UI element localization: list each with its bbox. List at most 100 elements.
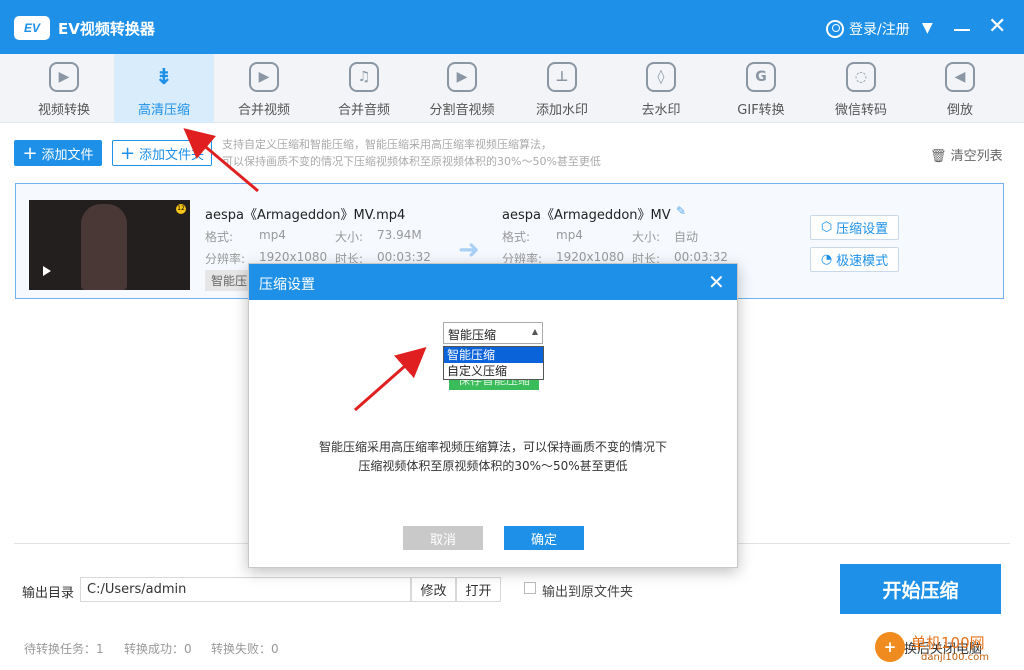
tool-split[interactable]: ▶ 分割音视频 bbox=[412, 54, 512, 123]
select-value: 智能压缩 bbox=[448, 328, 497, 342]
gif-icon: G bbox=[746, 62, 776, 92]
tool-reverse[interactable]: ◀ 倒放 bbox=[910, 54, 1010, 123]
feature-toolbar: ▶ 视频转换 ⇟ 高清压缩 ▶ 合并视频 ♫ 合并音频 ▶ 分割音视频 ⊥ 添加… bbox=[0, 54, 1024, 123]
watermark-brand: 单机100网 bbox=[911, 634, 985, 652]
success-count: 转换成功：0 bbox=[124, 642, 192, 656]
tool-wechat[interactable]: ◌ 微信转码 bbox=[811, 54, 911, 123]
modify-button[interactable]: 修改 bbox=[411, 577, 456, 602]
dialog-title: 压缩设置 bbox=[259, 277, 315, 293]
settings-label: 压缩设置 bbox=[836, 222, 889, 237]
app-window: EV EV视频转换器 登录/注册 ▼ ✕ ▶ 视频转换 ⇟ 高清压缩 ▶ 合并视… bbox=[0, 0, 1024, 670]
tool-video-convert[interactable]: ▶ 视频转换 bbox=[14, 54, 114, 123]
split-icon: ▶ bbox=[447, 62, 477, 92]
failed-count: 转换失败：0 bbox=[211, 642, 279, 656]
out-resolution-value: 1920x1080 bbox=[556, 250, 625, 264]
user-icon bbox=[826, 20, 844, 38]
plus-icon: + bbox=[22, 142, 38, 164]
video-thumbnail: 12 bbox=[29, 200, 190, 290]
tool-label: GIF转换 bbox=[737, 103, 785, 118]
to-source-checkbox[interactable] bbox=[524, 582, 536, 594]
remove-watermark-icon: ◊ bbox=[646, 62, 676, 92]
clear-list-button[interactable]: 🗑 清空列表 bbox=[930, 145, 1003, 164]
tool-label: 去水印 bbox=[641, 103, 681, 118]
add-file-button[interactable]: + 添加文件 bbox=[14, 140, 102, 166]
out-format-label: 格式: bbox=[502, 230, 531, 244]
tool-gif[interactable]: G GIF转换 bbox=[711, 54, 811, 123]
login-button[interactable]: 登录/注册 bbox=[826, 19, 910, 39]
fast-mode-button[interactable]: ◔ 极速模式 bbox=[810, 247, 899, 272]
format-label: 格式: bbox=[205, 230, 234, 244]
plus-icon: + bbox=[119, 142, 136, 164]
compress-settings-button[interactable]: ⬡ 压缩设置 bbox=[810, 215, 899, 240]
add-folder-label: 添加文件夹 bbox=[139, 147, 205, 163]
option-smart[interactable]: 智能压缩 bbox=[444, 347, 543, 363]
to-source-label: 输出到原文件夹 bbox=[542, 585, 634, 600]
convert-arrow-icon: ➜ bbox=[458, 235, 480, 265]
output-dir-label: 输出目录 bbox=[22, 586, 75, 601]
resolution-value: 1920x1080 bbox=[259, 250, 328, 264]
open-button[interactable]: 打开 bbox=[456, 577, 501, 602]
compress-mode-select[interactable]: 智能压缩 ▲ bbox=[443, 322, 543, 344]
tool-label: 视频转换 bbox=[37, 103, 90, 118]
merge-audio-icon: ♫ bbox=[349, 62, 379, 92]
edit-pencil-icon[interactable]: ✎ bbox=[676, 204, 686, 218]
tool-hd-compress[interactable]: ⇟ 高清压缩 bbox=[114, 54, 214, 123]
reverse-icon: ◀ bbox=[945, 62, 975, 92]
dialog-close-icon[interactable]: ✕ bbox=[708, 270, 725, 294]
out-size-value: 自动 bbox=[674, 230, 699, 244]
watermark-icon: ⊥ bbox=[547, 62, 577, 92]
speed-gauge-icon: ◔ bbox=[820, 252, 833, 267]
duration-value: 00:03:32 bbox=[377, 250, 431, 264]
watermark-logo-icon: + bbox=[875, 632, 905, 662]
hexagon-icon: ⬡ bbox=[820, 220, 833, 235]
compress-hint: 支持自定义压缩和智能压缩，智能压缩采用高压缩率视频压缩算法， 可以保持画质不变的… bbox=[222, 136, 682, 170]
hint-line: 支持自定义压缩和智能压缩，智能压缩采用高压缩率视频压缩算法， bbox=[222, 138, 552, 151]
tool-label: 添加水印 bbox=[535, 103, 588, 118]
close-icon[interactable]: ✕ bbox=[988, 16, 1006, 38]
tool-label: 合并视频 bbox=[237, 103, 290, 118]
out-size-label: 大小: bbox=[632, 230, 661, 244]
tool-merge-audio[interactable]: ♫ 合并音频 bbox=[314, 54, 414, 123]
video-convert-icon: ▶ bbox=[49, 62, 79, 92]
compress-icon: ⇟ bbox=[154, 64, 174, 90]
output-dir-input[interactable] bbox=[80, 577, 411, 602]
tool-label: 高清压缩 bbox=[137, 103, 190, 118]
tool-add-watermark[interactable]: ⊥ 添加水印 bbox=[512, 54, 612, 123]
watermark-domain: danji100.com bbox=[921, 652, 989, 663]
option-custom[interactable]: 自定义压缩 bbox=[444, 363, 543, 379]
description-line: 压缩视频体积至原视频体积的30%～50%甚至更低 bbox=[358, 459, 628, 473]
description-line: 智能压缩采用高压缩率视频压缩算法，可以保持画质不变的情况下 bbox=[318, 440, 667, 454]
ok-button[interactable]: 确定 bbox=[504, 526, 584, 550]
site-watermark: + 单机100网 danji100.com bbox=[875, 630, 1021, 668]
clear-list-label: 清空列表 bbox=[950, 149, 1003, 164]
output-file-name: aespa《Armageddon》MV bbox=[502, 208, 671, 223]
merge-video-icon: ▶ bbox=[249, 62, 279, 92]
add-folder-button[interactable]: + 添加文件夹 bbox=[112, 140, 212, 166]
format-value: mp4 bbox=[259, 228, 286, 242]
app-title: EV视频转换器 bbox=[58, 20, 155, 38]
chevron-up-icon: ▲ bbox=[531, 327, 538, 336]
start-compress-button[interactable]: 开始压缩 bbox=[840, 564, 1001, 614]
add-file-label: 添加文件 bbox=[41, 147, 94, 163]
source-file-name: aespa《Armageddon》MV.mp4 bbox=[205, 208, 406, 223]
tool-label: 合并音频 bbox=[337, 103, 390, 118]
login-label: 登录/注册 bbox=[849, 22, 910, 38]
tool-remove-watermark[interactable]: ◊ 去水印 bbox=[611, 54, 711, 123]
menu-icon[interactable]: ▼ bbox=[922, 21, 938, 35]
rating-badge-icon: 12 bbox=[176, 204, 186, 214]
resolution-label: 分辨率: bbox=[205, 252, 246, 266]
minimize-icon[interactable] bbox=[954, 29, 970, 31]
title-bar: EV EV视频转换器 登录/注册 ▼ ✕ bbox=[0, 0, 1024, 54]
size-label: 大小: bbox=[335, 230, 364, 244]
tool-merge-video[interactable]: ▶ 合并视频 bbox=[214, 54, 314, 123]
mode-chip: 智能压 bbox=[205, 270, 254, 291]
size-value: 73.94M bbox=[377, 228, 422, 242]
fast-mode-label: 极速模式 bbox=[836, 254, 889, 269]
hint-line: 可以保持画质不变的情况下压缩视频体积至原视频体积的30%～50%甚至更低 bbox=[222, 155, 601, 168]
out-format-value: mp4 bbox=[556, 228, 583, 242]
thumbnail-figure bbox=[81, 204, 127, 290]
tool-label: 倒放 bbox=[946, 103, 973, 118]
cancel-button[interactable]: 取消 bbox=[403, 526, 483, 550]
compress-settings-dialog: 压缩设置 ✕ 智能压缩 ▲ 保存智能压缩 智能压缩 自定义压缩 智能压缩采用高压… bbox=[248, 263, 738, 568]
dialog-description: 智能压缩采用高压缩率视频压缩算法，可以保持画质不变的情况下 压缩视频体积至原视频… bbox=[269, 438, 717, 476]
